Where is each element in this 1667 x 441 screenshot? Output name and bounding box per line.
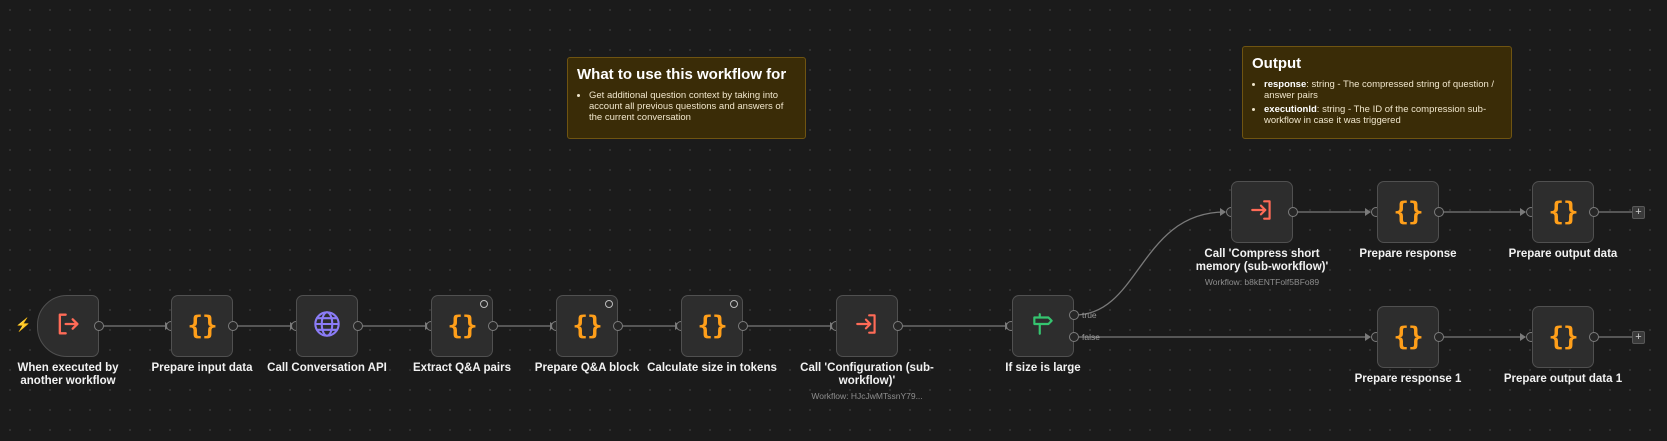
output-port[interactable] [893, 321, 903, 331]
node-label: Call 'Compress short memory (sub-workflo… [1195, 248, 1329, 273]
output-port[interactable] [228, 321, 238, 331]
output-port[interactable] [353, 321, 363, 331]
output-item-response: response: string - The compressed string… [1264, 79, 1502, 101]
code-icon: {} [1548, 322, 1578, 352]
output-port[interactable] [738, 321, 748, 331]
node-label: Prepare output data 1 [1503, 373, 1623, 385]
output-item-execution-id: executionId: string - The ID of the comp… [1264, 104, 1502, 126]
node-label: When executed by another workflow [17, 362, 119, 387]
node-prepare-qa-block[interactable]: {} [556, 295, 618, 357]
output-port[interactable] [1434, 207, 1444, 217]
node-execute-workflow-trigger[interactable] [37, 295, 99, 357]
branch-label-true: true [1082, 310, 1097, 320]
code-icon: {} [1393, 322, 1423, 352]
node-call-conversation-api[interactable] [296, 295, 358, 357]
sticky-title: Output [1252, 55, 1302, 72]
node-prepare-input-data[interactable]: {} [171, 295, 233, 357]
node-label: Prepare Q&A block [534, 362, 640, 374]
node-label: Extract Q&A pairs [413, 362, 511, 374]
node-label: Calculate size in tokens [647, 362, 777, 374]
node-subtitle: Workflow: b8kENTFolf5BFo89 [1204, 277, 1320, 287]
output-port[interactable] [1589, 207, 1599, 217]
code-icon: {} [1548, 197, 1578, 227]
expand-icon[interactable] [480, 300, 488, 308]
expand-icon[interactable] [605, 300, 613, 308]
output-field-name: response [1264, 79, 1307, 90]
expand-icon[interactable] [730, 300, 738, 308]
node-subtitle: Workflow: HJcJwMTssnY79... [811, 391, 923, 401]
add-node-button[interactable]: + [1632, 331, 1645, 344]
branch-label-false: false [1082, 332, 1100, 342]
globe-icon [313, 310, 341, 343]
enter-arrow-icon [1249, 197, 1275, 228]
code-icon: {} [447, 311, 477, 341]
sticky-bullet: Get additional question context by takin… [589, 90, 796, 123]
node-label: Call 'Configuration (sub-workflow)' [800, 362, 934, 387]
node-prepare-output-data-1[interactable]: {} [1532, 306, 1594, 368]
add-node-button[interactable]: + [1632, 206, 1645, 219]
trigger-bolt-icon: ⚡ [15, 317, 32, 332]
signpost-icon [1030, 311, 1056, 342]
sticky-note-output[interactable]: Output response: string - The compressed… [1242, 46, 1512, 139]
node-prepare-output-data[interactable]: {} [1532, 181, 1594, 243]
output-port[interactable] [1434, 332, 1444, 342]
node-if-size-is-large[interactable] [1012, 295, 1074, 357]
node-prepare-response[interactable]: {} [1377, 181, 1439, 243]
output-port-false[interactable] [1069, 332, 1079, 342]
node-label: If size is large [1005, 362, 1081, 374]
node-label: Call Conversation API [267, 362, 387, 374]
node-label: Prepare response [1359, 248, 1457, 260]
output-port[interactable] [613, 321, 623, 331]
output-port[interactable] [1589, 332, 1599, 342]
output-port-true[interactable] [1069, 310, 1079, 320]
sticky-note-what-for[interactable]: What to use this workflow for Get additi… [567, 57, 806, 139]
node-label: Prepare response 1 [1354, 373, 1462, 385]
code-icon: {} [187, 311, 217, 341]
node-extract-qa-pairs[interactable]: {} [431, 295, 493, 357]
output-port[interactable] [1288, 207, 1298, 217]
node-label: Prepare output data [1508, 248, 1618, 260]
code-icon: {} [697, 311, 727, 341]
sticky-title: What to use this workflow for [577, 66, 787, 83]
code-icon: {} [1393, 197, 1423, 227]
node-call-configuration-subworkflow[interactable] [836, 295, 898, 357]
node-calculate-size-in-tokens[interactable]: {} [681, 295, 743, 357]
node-label: Prepare input data [151, 362, 253, 374]
node-prepare-response-1[interactable]: {} [1377, 306, 1439, 368]
node-call-compress-short-memory[interactable] [1231, 181, 1293, 243]
enter-arrow-icon [854, 311, 880, 342]
output-port[interactable] [488, 321, 498, 331]
output-field-name: executionId [1264, 104, 1317, 115]
output-port[interactable] [94, 321, 104, 331]
exit-arrow-icon [54, 310, 82, 343]
code-icon: {} [572, 311, 602, 341]
